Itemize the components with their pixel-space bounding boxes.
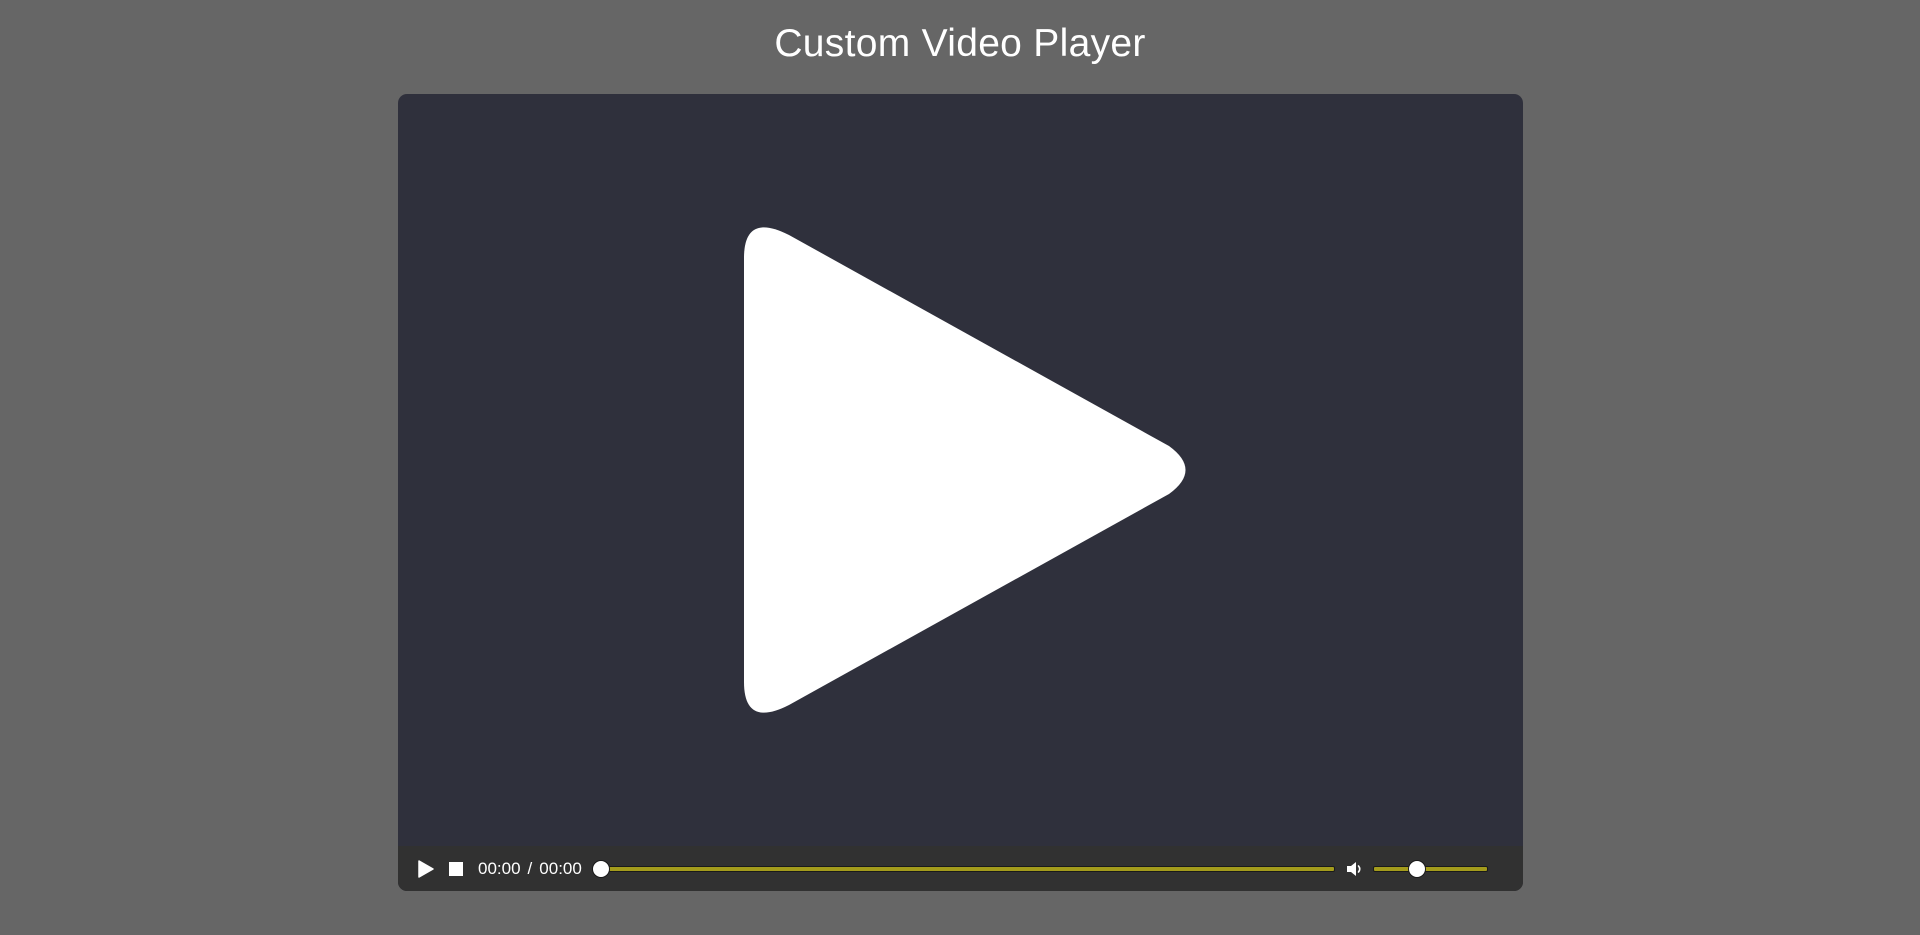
video-player: 00:00 / 00:00 (398, 94, 1523, 891)
play-button[interactable] (414, 857, 438, 881)
stop-button[interactable] (444, 857, 468, 881)
volume-thumb[interactable] (1407, 859, 1426, 878)
mute-button[interactable] (1343, 857, 1367, 881)
page-title: Custom Video Player (774, 22, 1146, 65)
stop-icon (449, 861, 463, 876)
video-controls: 00:00 / 00:00 (398, 846, 1523, 891)
progress-slider[interactable] (591, 859, 1335, 879)
play-icon[interactable] (744, 220, 1194, 720)
video-screen[interactable] (398, 94, 1523, 846)
progress-thumb[interactable] (591, 859, 610, 878)
progress-track (591, 865, 1335, 872)
volume-icon (1346, 861, 1361, 876)
time-separator: / (527, 858, 533, 878)
play-icon (418, 859, 434, 878)
current-time: 00:00 (478, 858, 521, 878)
volume-track (1372, 865, 1488, 872)
volume-slider[interactable] (1372, 859, 1488, 879)
duration: 00:00 (539, 858, 582, 878)
time-display: 00:00 / 00:00 (478, 859, 582, 879)
